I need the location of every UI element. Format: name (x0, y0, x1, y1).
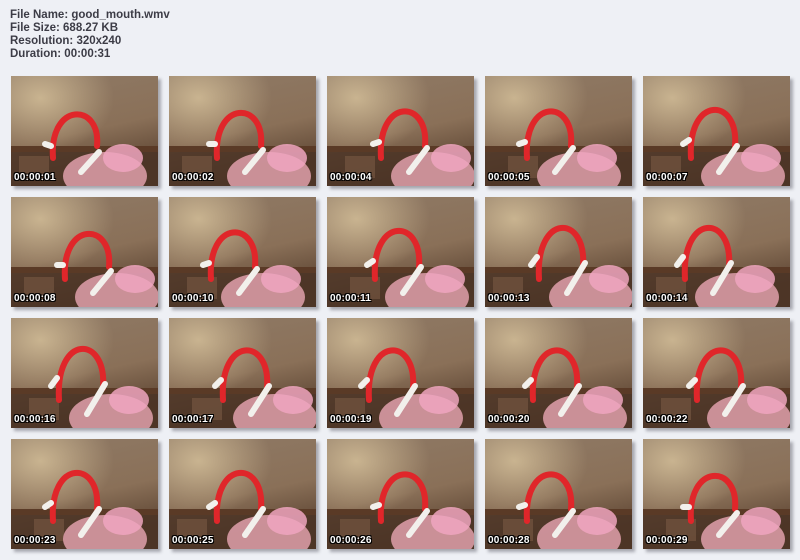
thumbnail-timestamp: 00:00:22 (646, 414, 688, 425)
thumbnail-timestamp: 00:00:08 (14, 293, 56, 304)
thumbnail-timestamp: 00:00:01 (14, 172, 56, 183)
thumbnail-frame-image (327, 76, 474, 186)
thumbnail-timestamp: 00:00:26 (330, 535, 372, 546)
file-info: File Name: good_mouth.wmv File Size: 688… (10, 9, 170, 61)
thumbnail-frame-image (327, 318, 474, 428)
thumbnail-timestamp: 00:00:25 (172, 535, 214, 546)
video-thumbnail[interactable]: 00:00:26 (327, 439, 474, 549)
thumbnail-frame-image (11, 197, 158, 307)
thumbnail-frame-image (485, 76, 632, 186)
thumbnail-frame-image (643, 76, 790, 186)
thumbnail-timestamp: 00:00:11 (330, 293, 372, 304)
video-thumbnail[interactable]: 00:00:23 (11, 439, 158, 549)
thumbnail-timestamp: 00:00:23 (14, 535, 56, 546)
video-thumbnail[interactable]: 00:00:13 (485, 197, 632, 307)
video-thumbnail[interactable]: 00:00:14 (643, 197, 790, 307)
thumbnail-frame-image (11, 318, 158, 428)
thumbnail-frame-image (11, 439, 158, 549)
thumbnail-grid: 00:00:01 00:00:02 00:00:04 00:00:05 00:00:07… (11, 76, 791, 551)
video-thumbnail[interactable]: 00:00:08 (11, 197, 158, 307)
thumbnail-frame-image (643, 318, 790, 428)
video-thumbnail[interactable]: 00:00:04 (327, 76, 474, 186)
video-thumbnail[interactable]: 00:00:25 (169, 439, 316, 549)
thumbnail-timestamp: 00:00:14 (646, 293, 688, 304)
thumbnail-frame-image (11, 76, 158, 186)
video-thumbnail[interactable]: 00:00:10 (169, 197, 316, 307)
video-thumbnail[interactable]: 00:00:16 (11, 318, 158, 428)
thumbnail-frame-image (169, 439, 316, 549)
thumbnail-timestamp: 00:00:10 (172, 293, 214, 304)
thumbnail-frame-image (169, 76, 316, 186)
thumbnail-timestamp: 00:00:17 (172, 414, 214, 425)
video-thumbnail[interactable]: 00:00:02 (169, 76, 316, 186)
thumbnail-frame-image (327, 439, 474, 549)
thumbnail-frame-image (327, 197, 474, 307)
duration-line: Duration: 00:00:31 (10, 48, 111, 60)
thumbnail-timestamp: 00:00:02 (172, 172, 214, 183)
video-thumbnail[interactable]: 00:00:22 (643, 318, 790, 428)
resolution-line: Resolution: 320x240 (10, 35, 122, 47)
file-size-line: File Size: 688.27 KB (10, 22, 119, 34)
thumbnail-timestamp: 00:00:13 (488, 293, 530, 304)
file-name-line: File Name: good_mouth.wmv (10, 9, 170, 21)
thumbnail-timestamp: 00:00:28 (488, 535, 530, 546)
thumbnail-frame-image (643, 197, 790, 307)
thumbnail-frame-image (485, 197, 632, 307)
video-thumbnail[interactable]: 00:00:28 (485, 439, 632, 549)
thumbnail-timestamp: 00:00:05 (488, 172, 530, 183)
thumbnail-frame-image (485, 439, 632, 549)
thumbnail-frame-image (643, 439, 790, 549)
thumbnail-timestamp: 00:00:16 (14, 414, 56, 425)
video-thumbnail[interactable]: 00:00:11 (327, 197, 474, 307)
thumbnail-timestamp: 00:00:07 (646, 172, 688, 183)
video-thumbnail[interactable]: 00:00:05 (485, 76, 632, 186)
thumbnail-timestamp: 00:00:20 (488, 414, 530, 425)
thumbnail-frame-image (169, 318, 316, 428)
thumbnail-frame-image (169, 197, 316, 307)
video-thumbnail[interactable]: 00:00:07 (643, 76, 790, 186)
video-thumbnail[interactable]: 00:00:19 (327, 318, 474, 428)
video-thumbnail[interactable]: 00:00:20 (485, 318, 632, 428)
thumbnail-timestamp: 00:00:29 (646, 535, 688, 546)
thumbnail-timestamp: 00:00:04 (330, 172, 372, 183)
video-thumbnail[interactable]: 00:00:01 (11, 76, 158, 186)
thumbnail-frame-image (485, 318, 632, 428)
thumbnail-timestamp: 00:00:19 (330, 414, 372, 425)
video-thumbnail[interactable]: 00:00:29 (643, 439, 790, 549)
video-thumbnail[interactable]: 00:00:17 (169, 318, 316, 428)
